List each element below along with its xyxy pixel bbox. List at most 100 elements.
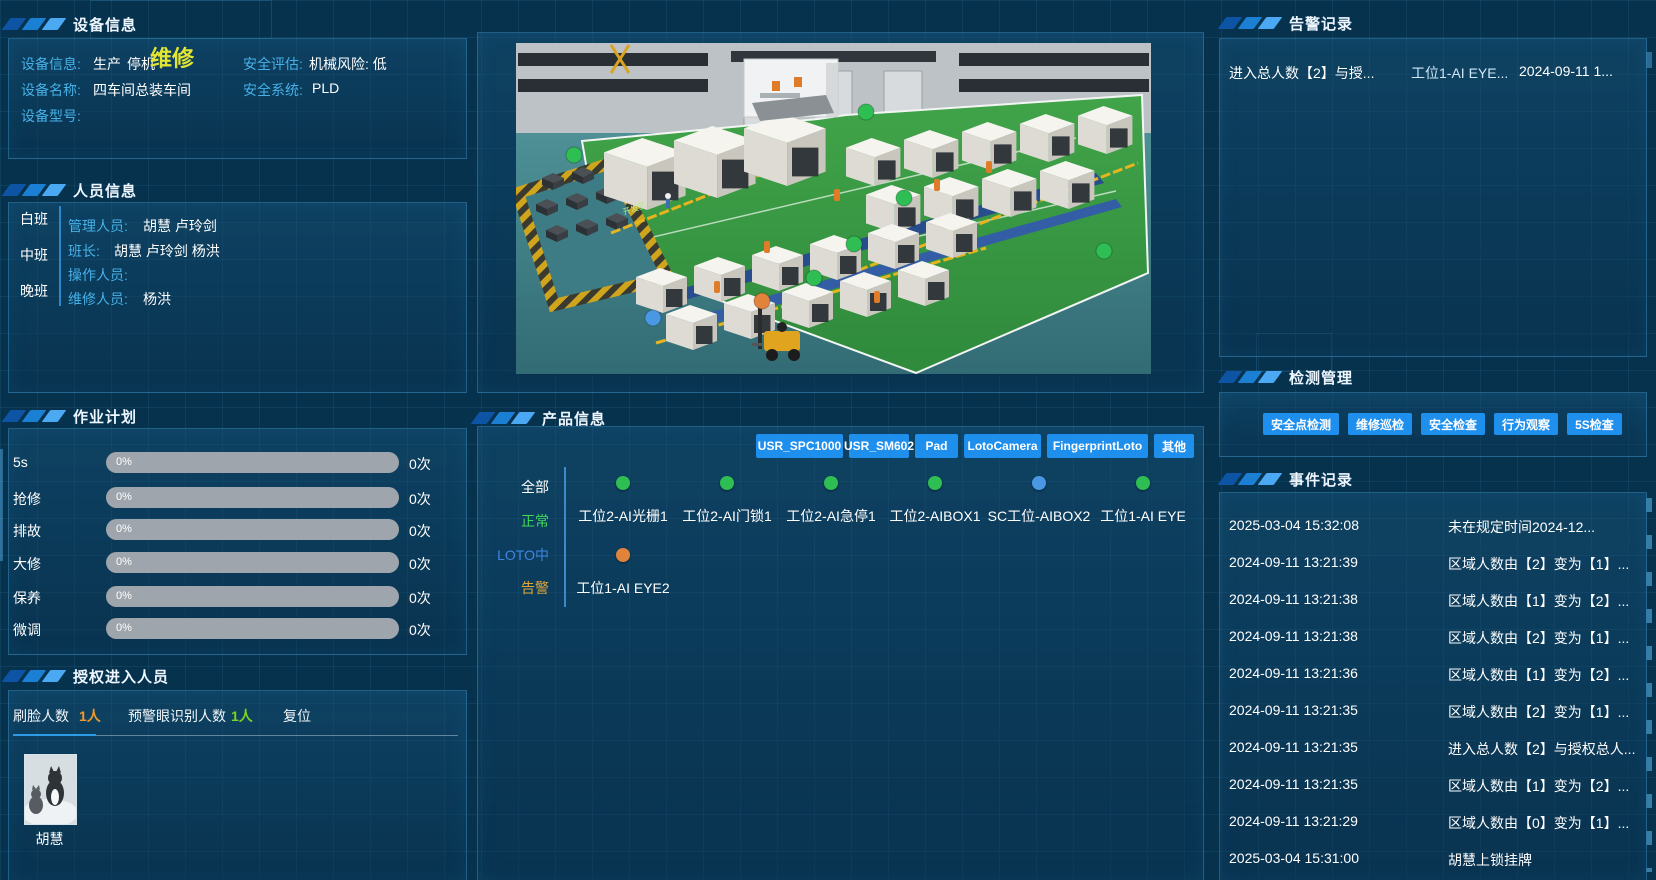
tab-normal[interactable]: 正常 [479,511,549,531]
eye-count-badge: 1人 [231,706,253,726]
safety-sys-label: 安全系统: [243,80,303,100]
event-time: 2024-09-11 13:21:35 [1229,739,1358,755]
operator-label: 操作人员: [68,265,128,285]
product-device-item[interactable]: 工位1-AI EYE2 [568,548,678,598]
progress-percent: 0% [106,586,399,607]
event-message: 区域人数由【1】变为【2】... [1448,591,1629,611]
section-arrows-icon [475,412,531,424]
device-name-label: 设备名称: [21,80,81,100]
tab-eye-count[interactable]: 预警眼识别人数 [128,706,226,726]
event-time: 2024-09-11 13:21:39 [1229,554,1358,570]
category-divider [564,467,566,607]
device-status-repair: 维修 [150,48,194,70]
section-arrows-icon [1222,473,1278,485]
device-name-value: 四车间总装车间 [93,80,191,100]
progress-bar: 0% [106,519,399,540]
event-row[interactable]: 2024-09-11 13:21:35 进入总人数【2】与授权总人... [1220,739,1646,761]
section-arrows-icon [6,184,62,196]
event-message: 胡慧上锁挂牌 [1448,850,1532,870]
shift-tab-day[interactable]: 白班 [20,209,48,229]
event-time: 2024-09-11 13:21:35 [1229,776,1358,792]
product-device-item[interactable]: 工位2-AI门锁1 [672,476,782,526]
face-count-badge: 1人 [79,706,101,726]
alarm-row[interactable]: 进入总人数【2】与授... 工位1-AI EYE... 2024-09-11 1… [1220,63,1646,85]
product-device-item[interactable]: SC工位-AIBOX2 [984,476,1094,526]
filter-button-lotocamera[interactable]: LotoCamera [964,434,1041,458]
event-row[interactable]: 2024-09-11 13:21:38 区域人数由【2】变为【1】... [1220,628,1646,650]
event-row[interactable]: 2024-09-11 13:21:38 区域人数由【1】变为【2】... [1220,591,1646,613]
section-arrows-icon [6,18,62,30]
shift-tab-middle[interactable]: 中班 [20,245,48,265]
factory-3d-view-image: 开发区 [516,43,1151,374]
filter-button-other[interactable]: 其他 [1154,434,1194,458]
edge-accent [0,449,3,561]
device-label: SC工位-AIBOX2 [984,506,1094,526]
tab-all[interactable]: 全部 [479,477,549,497]
safety-spot-check-button[interactable]: 安全点检测 [1263,413,1339,435]
event-row[interactable]: 2024-09-11 13:21:35 区域人数由【2】变为【1】... [1220,702,1646,724]
event-row[interactable]: 2025-03-04 15:32:08 未在规定时间2024-12... [1220,517,1646,539]
event-time: 2024-09-11 13:21:38 [1229,591,1358,607]
device-type-filter-bar: USR_SPC1000 USR_SM602 Pad LotoCamera Fin… [756,434,1194,458]
event-time: 2024-09-11 13:21:36 [1229,665,1358,681]
event-row[interactable]: 2024-09-11 13:21:36 区域人数由【1】变为【2】... [1220,665,1646,687]
device-label: 工位1-AI EYE2 [568,578,678,598]
leader-label: 班长: [68,241,100,261]
section-header-inspection: 检测管理 [1222,368,1353,386]
behavior-observation-button[interactable]: 行为观察 [1494,413,1558,435]
tab-alarm[interactable]: 告警 [479,578,549,598]
tab-underline [13,734,96,736]
filter-button-usr-spc1000[interactable]: USR_SPC1000 [756,434,843,458]
filter-button-pad[interactable]: Pad [915,434,958,458]
maintainer-value: 杨洪 [143,289,171,309]
progress-bar: 0% [106,552,399,573]
product-device-item[interactable]: 工位1-AI EYE [1088,476,1198,526]
device-label: 工位2-AI光栅1 [568,506,678,526]
event-message: 区域人数由【2】变为【1】... [1448,628,1629,648]
safety-inspection-button[interactable]: 安全检查 [1421,413,1485,435]
filter-button-fingerprintloto[interactable]: FingerprintLoto [1047,434,1148,458]
event-row[interactable]: 2024-09-11 13:21:39 区域人数由【2】变为【1】... [1220,554,1646,576]
plan-label: 5s [13,454,28,470]
person-photo-image [25,755,76,824]
product-device-item[interactable]: 工位2-AI光栅1 [568,476,678,526]
plan-label: 微调 [13,620,41,640]
tab-face-count[interactable]: 刷脸人数 [13,706,69,726]
event-time: 2024-09-11 13:21:38 [1229,628,1358,644]
work-plan-panel: 5s 0% 0次 抢修 0% 0次 排故 0% 0次 大修 0% 0次 保养 0… [8,428,467,655]
event-time: 2025-03-04 15:32:08 [1229,517,1359,533]
authorized-panel: 刷脸人数 1人 预警眼识别人数 1人 复位 胡慧 [8,690,467,880]
event-row[interactable]: 2025-03-04 15:31:00 胡慧上锁挂牌 [1220,850,1646,872]
section-header-personnel: 人员信息 [6,181,137,199]
event-message: 区域人数由【2】变为【1】... [1448,554,1629,574]
tab-loto[interactable]: LOTO中 [479,545,549,565]
filter-button-usr-sm602[interactable]: USR_SM602 [849,434,909,458]
manager-value: 胡慧 卢玲剑 [143,216,217,236]
plan-count: 0次 [409,521,431,541]
alarm-records-panel: 进入总人数【2】与授... 工位1-AI EYE... 2024-09-11 1… [1219,38,1647,357]
progress-percent: 0% [106,618,399,639]
status-dot [720,476,734,490]
section-arrows-icon [6,670,62,682]
product-device-item[interactable]: 工位2-AI急停1 [776,476,886,526]
product-info-panel: USR_SPC1000 USR_SM602 Pad LotoCamera Fin… [477,426,1204,880]
personnel-panel: 白班 中班 晚班 管理人员: 胡慧 卢玲剑 班长: 胡慧 卢玲剑 杨洪 操作人员… [8,202,467,393]
plan-label: 排故 [13,521,41,541]
status-dot [824,476,838,490]
fives-check-button[interactable]: 5S检查 [1567,413,1622,435]
product-device-item[interactable]: 工位2-AIBOX1 [880,476,990,526]
manager-label: 管理人员: [68,216,128,236]
status-dot [616,548,630,562]
alarm-message: 进入总人数【2】与授... [1229,63,1374,83]
event-row[interactable]: 2024-09-11 13:21:29 区域人数由【0】变为【1】... [1220,813,1646,835]
device-info-label: 设备信息: [21,54,81,74]
section-title: 检测管理 [1289,367,1353,388]
event-row[interactable]: 2024-09-11 13:21:35 区域人数由【1】变为【2】... [1220,776,1646,798]
event-message: 区域人数由【1】变为【2】... [1448,776,1629,796]
device-status-produce: 生产 [93,54,121,74]
maintenance-patrol-button[interactable]: 维修巡检 [1348,413,1412,435]
shift-tab-night[interactable]: 晚班 [20,281,48,301]
section-header-events: 事件记录 [1222,470,1353,488]
reset-button[interactable]: 复位 [283,706,311,726]
event-message: 进入总人数【2】与授权总人... [1448,739,1635,759]
